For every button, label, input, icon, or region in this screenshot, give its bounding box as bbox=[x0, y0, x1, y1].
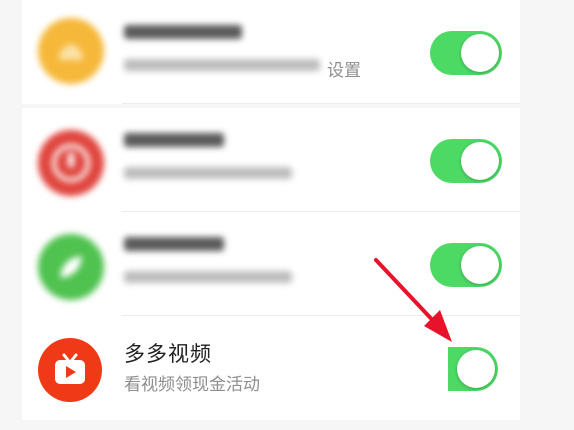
app-title-blurred bbox=[124, 234, 224, 259]
app-subtitle-blurred bbox=[124, 164, 292, 187]
divider bbox=[122, 103, 520, 104]
app-title-blurred bbox=[124, 130, 224, 155]
settings-screen: 设置 多多视频 看视频领现金活动 bbox=[0, 0, 574, 430]
app-subtitle: 看视频领现金活动 bbox=[124, 375, 260, 395]
app-subtitle-blurred bbox=[124, 56, 320, 79]
blurred-app-icon bbox=[52, 144, 90, 182]
blurred-app-icon bbox=[60, 256, 82, 278]
list-item: 设置 bbox=[22, 0, 520, 104]
play-tv-icon bbox=[55, 353, 85, 384]
duoduo-video-app-icon bbox=[38, 338, 102, 402]
app-toggle[interactable] bbox=[430, 139, 502, 183]
app-title-blurred bbox=[124, 22, 242, 47]
list-item bbox=[22, 108, 520, 212]
list-item bbox=[22, 212, 520, 316]
app-icon bbox=[38, 18, 104, 84]
app-toggle[interactable] bbox=[430, 243, 502, 287]
blurred-app-icon bbox=[59, 44, 83, 60]
toggle-knob bbox=[461, 34, 499, 72]
duoduo-video-toggle[interactable] bbox=[448, 347, 498, 391]
toggle-knob bbox=[461, 142, 499, 180]
app-subtitle-blurred bbox=[124, 268, 292, 291]
app-icon bbox=[38, 130, 104, 196]
app-subtitle-tail: 设置 bbox=[327, 61, 361, 81]
toggle-knob bbox=[461, 246, 499, 284]
app-title: 多多视频 bbox=[124, 342, 212, 366]
app-icon bbox=[38, 234, 104, 300]
toggle-knob bbox=[457, 350, 495, 388]
list-item-duoduo-video: 多多视频 看视频领现金活动 bbox=[22, 316, 520, 420]
app-toggle[interactable] bbox=[430, 31, 502, 75]
